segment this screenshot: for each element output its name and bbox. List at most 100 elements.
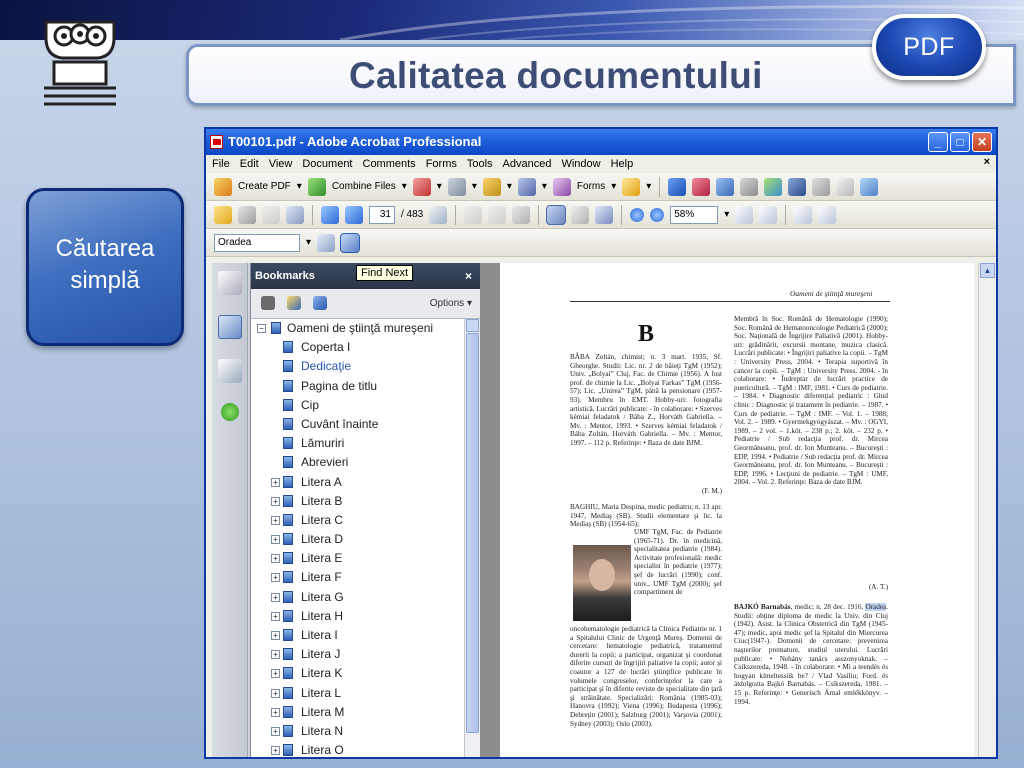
text-field-icon[interactable] [836, 177, 855, 196]
signatures-tab-icon[interactable] [218, 359, 242, 383]
new-bookmark-icon[interactable] [287, 296, 301, 310]
select-text-icon[interactable] [546, 204, 567, 225]
paperclip-icon[interactable] [740, 177, 759, 196]
fit-width-icon[interactable] [759, 205, 778, 224]
bookmark-item[interactable]: Lămuriri [251, 434, 463, 453]
find-previous-icon[interactable] [317, 233, 336, 252]
edit-form-icon[interactable] [860, 177, 879, 196]
document-scrollbar[interactable]: ▲ [978, 263, 996, 757]
bookmark-item[interactable]: + Litera O [251, 741, 463, 757]
zoom-tool-icon[interactable] [595, 205, 614, 224]
expand-icon[interactable]: + [271, 669, 280, 679]
delete-bookmark-icon[interactable] [261, 296, 275, 310]
menu-document[interactable]: Document [302, 158, 352, 170]
scroll-thumb[interactable] [466, 333, 479, 733]
continuous-page-icon[interactable] [818, 205, 837, 224]
forward-view-icon[interactable] [488, 205, 507, 224]
select-cursor-icon[interactable] [668, 177, 687, 196]
bookmarks-options-menu[interactable]: Options ▾ [430, 298, 472, 309]
expand-icon[interactable]: + [271, 477, 280, 487]
zoom-out-icon[interactable] [630, 207, 645, 222]
bookmark-item[interactable]: Cuvânt înainte [251, 415, 463, 434]
bookmark-item[interactable]: Abrevieri [251, 453, 463, 472]
spell-check-icon[interactable] [429, 205, 448, 224]
bookmark-item[interactable]: Pagina de titlu [251, 377, 463, 396]
bookmark-properties-icon[interactable] [313, 296, 327, 310]
bookmark-item[interactable]: + Litera H [251, 607, 463, 626]
help-icon[interactable] [221, 403, 239, 421]
expand-icon[interactable]: + [271, 631, 280, 640]
bookmarks-scrollbar[interactable] [464, 319, 480, 757]
document-close-icon[interactable]: × [984, 156, 990, 168]
expand-icon[interactable]: + [271, 573, 280, 583]
menu-forms[interactable]: Forms [426, 158, 457, 170]
bookmark-item[interactable]: + Litera D [251, 530, 463, 549]
bookmark-item[interactable]: + Litera M [251, 703, 463, 722]
actual-size-icon[interactable] [735, 205, 754, 224]
bookmark-item[interactable]: Cip [251, 396, 463, 415]
bookmarks-close-icon[interactable]: × [465, 263, 472, 289]
doc-scroll-up-icon[interactable]: ▲ [980, 263, 995, 278]
back-view-icon[interactable] [464, 205, 483, 224]
bookmark-item[interactable]: + Litera E [251, 549, 463, 568]
menu-edit[interactable]: Edit [240, 158, 259, 170]
collapse-icon[interactable]: − [257, 324, 266, 333]
bookmark-item[interactable]: + Litera I [251, 626, 463, 645]
bookmark-item[interactable]: Dedicaţie [251, 357, 463, 376]
pages-icon[interactable] [512, 205, 531, 224]
menu-window[interactable]: Window [561, 158, 600, 170]
expand-icon[interactable]: + [271, 592, 280, 602]
print-icon[interactable] [238, 205, 256, 224]
sign-pen-icon[interactable] [517, 177, 536, 196]
email-icon[interactable] [286, 205, 304, 224]
hand-tool-icon[interactable] [571, 205, 590, 224]
expand-icon[interactable]: + [271, 746, 280, 756]
expand-icon[interactable]: + [271, 707, 280, 717]
expand-icon[interactable]: + [271, 688, 280, 698]
bookmark-item[interactable]: + Litera C [251, 511, 463, 530]
menu-file[interactable]: File [212, 158, 230, 170]
expand-icon[interactable]: + [271, 650, 280, 660]
bookmark-item[interactable]: + Litera G [251, 588, 463, 607]
expand-icon[interactable]: + [271, 611, 280, 621]
review-comment-icon[interactable] [622, 177, 641, 196]
open-folder-icon[interactable] [214, 205, 232, 224]
next-page-icon[interactable] [345, 205, 363, 224]
pages-tab-icon[interactable] [218, 271, 242, 295]
window-titlebar[interactable]: T00101.pdf - Adobe Acrobat Professional … [206, 129, 996, 155]
bookmark-item[interactable]: + Litera N [251, 722, 463, 741]
magnet-icon[interactable] [692, 177, 711, 196]
expand-icon[interactable]: + [271, 554, 280, 564]
menu-comments[interactable]: Comments [363, 158, 416, 170]
find-next-icon[interactable] [340, 232, 361, 253]
bookmark-item[interactable]: + Litera F [251, 568, 463, 587]
menu-advanced[interactable]: Advanced [503, 158, 552, 170]
expand-icon[interactable]: + [271, 515, 280, 525]
zoom-in-icon[interactable] [650, 207, 665, 222]
export-icon[interactable] [412, 177, 431, 196]
single-page-icon[interactable] [794, 205, 813, 224]
previous-page-icon[interactable] [321, 205, 339, 224]
find-input[interactable]: Oradea [214, 233, 300, 252]
create-pdf-button[interactable]: Create PDF [238, 181, 291, 192]
page-number-input[interactable]: 31 [369, 205, 395, 224]
menu-tools[interactable]: Tools [467, 158, 493, 170]
combine-files-button[interactable]: Combine Files [332, 181, 396, 192]
bookmark-item[interactable]: + Litera A [251, 473, 463, 492]
expand-icon[interactable]: + [271, 496, 280, 506]
bookmark-item[interactable]: + Litera B [251, 492, 463, 511]
forms-button[interactable]: Forms [577, 181, 605, 192]
save-icon[interactable] [262, 205, 280, 224]
bookmarks-tab-icon[interactable] [218, 315, 242, 339]
speaker-icon[interactable] [812, 177, 831, 196]
bookmark-item[interactable]: Coperta I [251, 338, 463, 357]
scroll-up-icon[interactable] [466, 319, 479, 332]
secure-lock-icon[interactable] [482, 177, 501, 196]
zoom-level-select[interactable]: 58% [670, 205, 719, 224]
film-icon[interactable] [788, 177, 807, 196]
expand-icon[interactable]: + [271, 726, 280, 736]
bookmark-item[interactable]: + Litera K [251, 664, 463, 683]
print-stack-icon[interactable] [447, 177, 466, 196]
bookmark-root[interactable]: − Oameni de ştiinţă mureşeni [251, 319, 463, 338]
minimize-icon[interactable]: _ [928, 132, 948, 152]
